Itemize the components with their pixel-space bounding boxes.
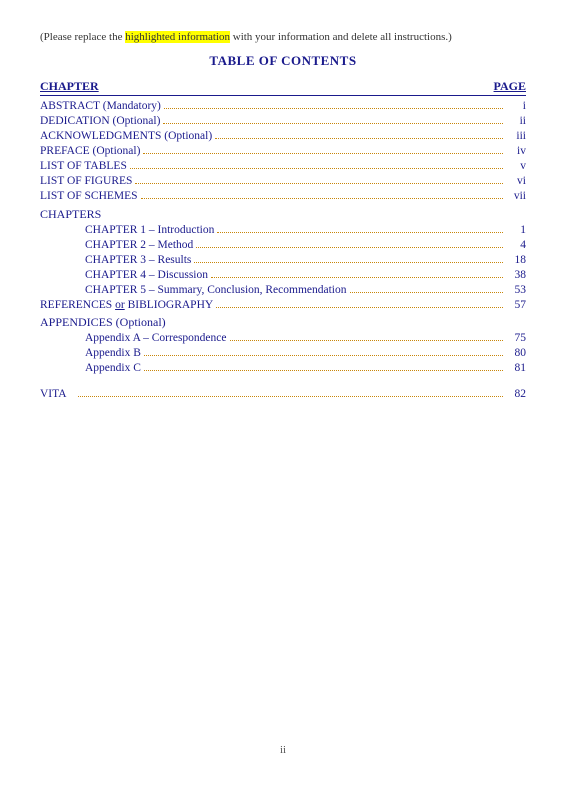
toc-dots-ch3 [194,262,503,263]
toc-dots-appendix-a [230,340,504,341]
toc-dots-appendix-c [144,370,503,371]
header-chapter-label: CHAPTER [40,79,99,94]
header-page-label: PAGE [494,79,526,94]
toc-page-acknowledgments: iii [506,130,526,142]
toc-row-appendix-b: Appendix B 80 [40,347,526,359]
toc-page-abstract: i [506,100,526,112]
toc-page-list-schemes: vii [506,190,526,202]
toc-row-list-tables: LIST OF TABLES v [40,160,526,172]
instruction-text: (Please replace the highlighted informat… [40,30,526,45]
toc-row-appendix-a: Appendix A – Correspondence 75 [40,332,526,344]
toc-row-vita: VITA 82 [40,388,526,400]
toc-dots-ch4 [211,277,503,278]
page-footer: ii [40,744,526,756]
toc-header: CHAPTER PAGE [40,79,526,96]
toc-row-abstract: ABSTRACT (Mandatory) i [40,100,526,112]
toc-label-references: REFERENCES or BIBLIOGRAPHY [40,299,213,311]
toc-page-ch1: 1 [506,224,526,236]
toc-dots-preface [143,153,503,154]
chapters-section-header: CHAPTERS [40,207,526,222]
toc-row-ch1: CHAPTER 1 – Introduction 1 [40,224,526,236]
instruction-before: (Please replace the [40,31,125,43]
toc-label-ch5: CHAPTER 5 – Summary, Conclusion, Recomme… [85,284,347,296]
toc-page-appendix-b: 80 [506,347,526,359]
toc-page-list-figures: vi [506,175,526,187]
toc-label-preface: PREFACE (Optional) [40,145,140,157]
toc-row-ch3: CHAPTER 3 – Results 18 [40,254,526,266]
toc-row-acknowledgments: ACKNOWLEDGMENTS (Optional) iii [40,130,526,142]
instruction-after: with your information and delete all ins… [230,31,452,43]
instruction-highlight: highlighted information [125,31,230,43]
toc-page-ch4: 38 [506,269,526,281]
toc-dots-abstract [164,108,503,109]
toc-page-list-tables: v [506,160,526,172]
toc-label-appendix-c: Appendix C [85,362,141,374]
toc-page-references: 57 [506,299,526,311]
toc-dots-ch2 [196,247,503,248]
toc-dots-list-schemes [141,198,503,199]
page: (Please replace the highlighted informat… [0,0,566,786]
toc-page-appendix-a: 75 [506,332,526,344]
toc-label-appendix-b: Appendix B [85,347,141,359]
toc-label-vita: VITA [40,388,75,400]
toc-row-references: REFERENCES or BIBLIOGRAPHY 57 [40,299,526,311]
toc-dots-references [216,307,503,308]
toc-row-ch2: CHAPTER 2 – Method 4 [40,239,526,251]
toc-label-list-schemes: LIST OF SCHEMES [40,190,138,202]
toc-dots-list-figures [135,183,503,184]
toc-row-list-schemes: LIST OF SCHEMES vii [40,190,526,202]
toc-dots-ch1 [217,232,503,233]
toc-page-ch3: 18 [506,254,526,266]
toc-dots-dedication [163,123,503,124]
toc-page-dedication: ii [506,115,526,127]
toc-dots-acknowledgments [215,138,503,139]
toc-row-ch4: CHAPTER 4 – Discussion 38 [40,269,526,281]
toc-label-list-figures: LIST OF FIGURES [40,175,132,187]
toc-label-ch2: CHAPTER 2 – Method [85,239,193,251]
toc-page-vita: 82 [506,388,526,400]
toc-label-ch1: CHAPTER 1 – Introduction [85,224,214,236]
toc-label-ch4: CHAPTER 4 – Discussion [85,269,208,281]
toc-page-appendix-c: 81 [506,362,526,374]
toc-dots-list-tables [130,168,503,169]
toc-page-ch5: 53 [506,284,526,296]
toc-row-dedication: DEDICATION (Optional) ii [40,115,526,127]
toc-row-ch5: CHAPTER 5 – Summary, Conclusion, Recomme… [40,284,526,296]
toc-label-appendix-a: Appendix A – Correspondence [85,332,227,344]
toc-row-appendix-c: Appendix C 81 [40,362,526,374]
toc-label-acknowledgments: ACKNOWLEDGMENTS (Optional) [40,130,212,142]
page-title: TABLE OF CONTENTS [40,53,526,69]
toc-row-preface: PREFACE (Optional) iv [40,145,526,157]
toc-label-ch3: CHAPTER 3 – Results [85,254,191,266]
toc-dots-appendix-b [144,355,503,356]
toc-dots-ch5 [350,292,503,293]
appendices-section-header: APPENDICES (Optional) [40,315,526,330]
toc-label-abstract: ABSTRACT (Mandatory) [40,100,161,112]
toc-label-list-tables: LIST OF TABLES [40,160,127,172]
toc-label-dedication: DEDICATION (Optional) [40,115,160,127]
toc-page-preface: iv [506,145,526,157]
toc-row-list-figures: LIST OF FIGURES vi [40,175,526,187]
toc-dots-vita [78,396,503,397]
toc-container: CHAPTER PAGE ABSTRACT (Mandatory) i DEDI… [40,79,526,736]
references-or: or [115,299,125,311]
toc-page-ch2: 4 [506,239,526,251]
